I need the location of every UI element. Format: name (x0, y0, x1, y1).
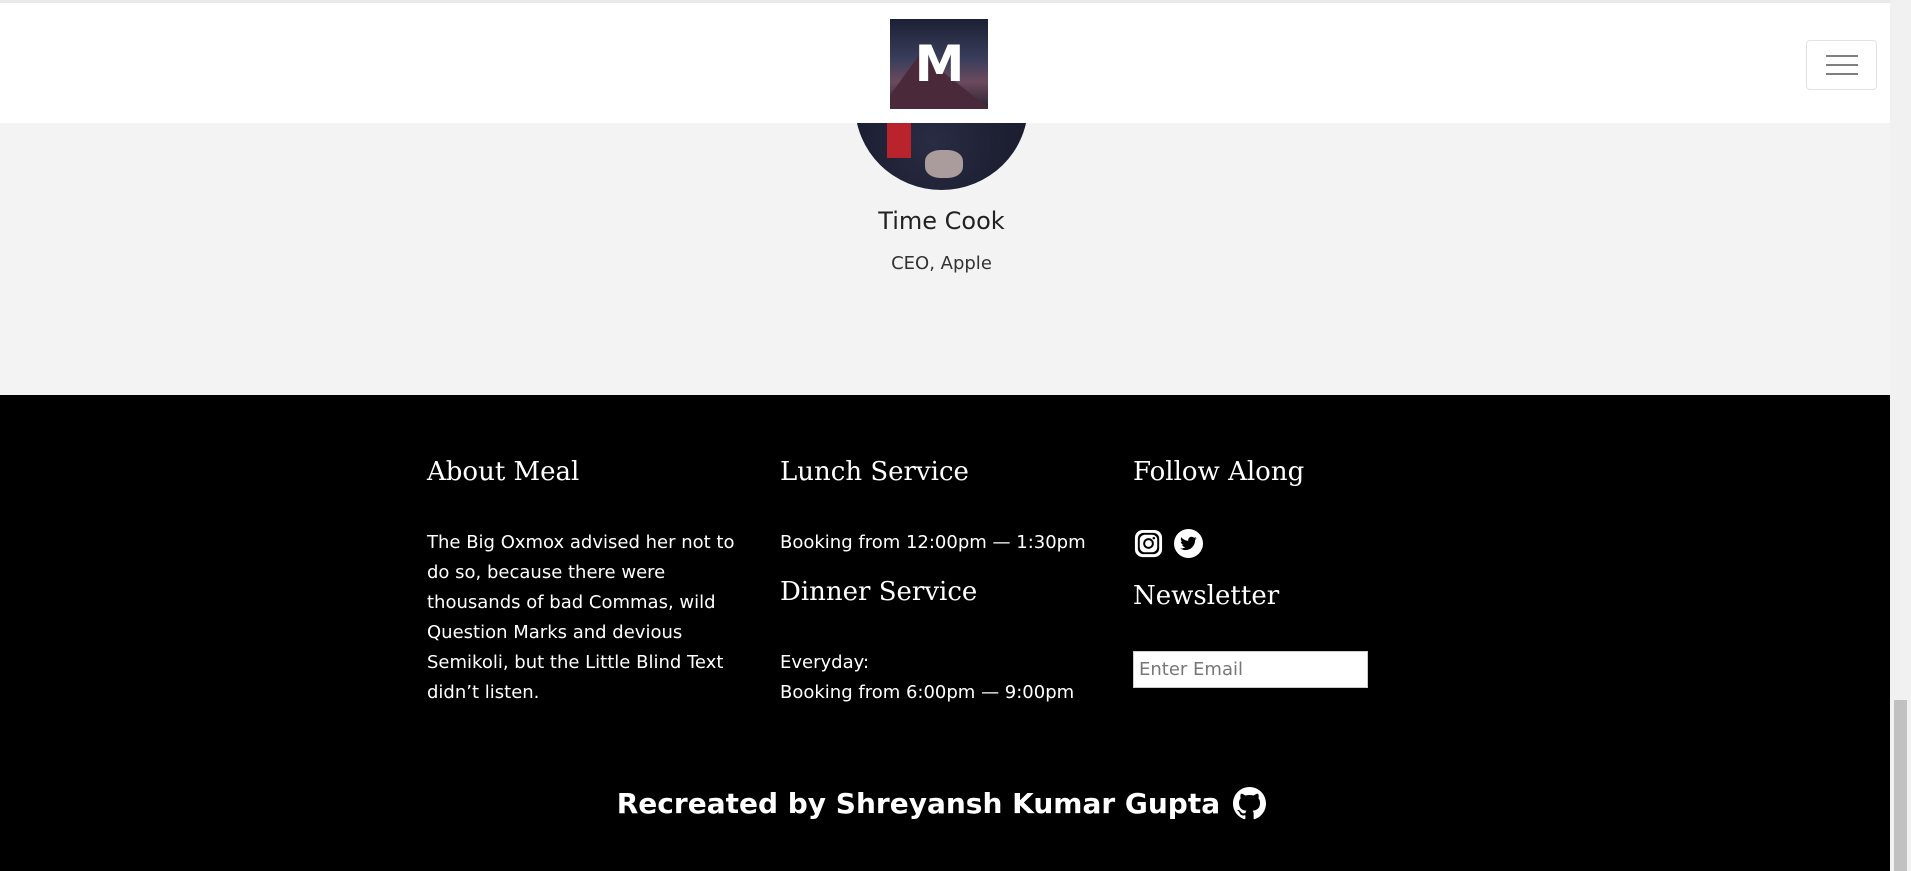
scrollbar-thumb[interactable] (1894, 700, 1907, 871)
dinner-days: Everyday: (780, 652, 870, 673)
lunch-hours: Booking from 12:00pm — 1:30pm (780, 532, 1086, 553)
lunch-heading: Lunch Service (780, 457, 969, 487)
credit-line: Recreated by Shreyansh Kumar Gupta (0, 787, 1883, 820)
twitter-icon[interactable] (1173, 528, 1204, 559)
dinner-hours: Booking from 6:00pm — 9:00pm (780, 682, 1075, 703)
follow-heading: Follow Along (1133, 457, 1305, 487)
site-footer: About Meal The Big Oxmox advised her not… (0, 395, 1890, 871)
testimonial-name: Time Cook (878, 207, 1005, 235)
social-links (1133, 528, 1204, 559)
github-icon[interactable] (1233, 787, 1267, 820)
credit-text: Recreated by Shreyansh Kumar Gupta (616, 787, 1221, 820)
logo-letter: M (914, 35, 965, 93)
menu-bar-icon (1826, 64, 1858, 66)
site-logo[interactable]: M (890, 19, 988, 109)
testimonial-role: CEO, Apple (891, 253, 992, 274)
about-heading: About Meal (427, 457, 580, 487)
menu-bar-icon (1826, 73, 1858, 75)
site-header: M (0, 0, 1890, 123)
newsletter-heading: Newsletter (1133, 581, 1280, 611)
avatar-hand-detail (925, 150, 963, 178)
page-scrollbar[interactable] (1890, 0, 1911, 871)
dinner-heading: Dinner Service (780, 577, 978, 607)
menu-bar-icon (1826, 55, 1858, 57)
about-text: The Big Oxmox advised her not to do so, … (427, 532, 735, 703)
newsletter-email-input[interactable] (1133, 651, 1368, 688)
page: Time Cook CEO, Apple M About Meal The Bi… (0, 0, 1911, 871)
hamburger-menu-button[interactable] (1806, 40, 1877, 90)
instagram-icon[interactable] (1133, 528, 1164, 559)
